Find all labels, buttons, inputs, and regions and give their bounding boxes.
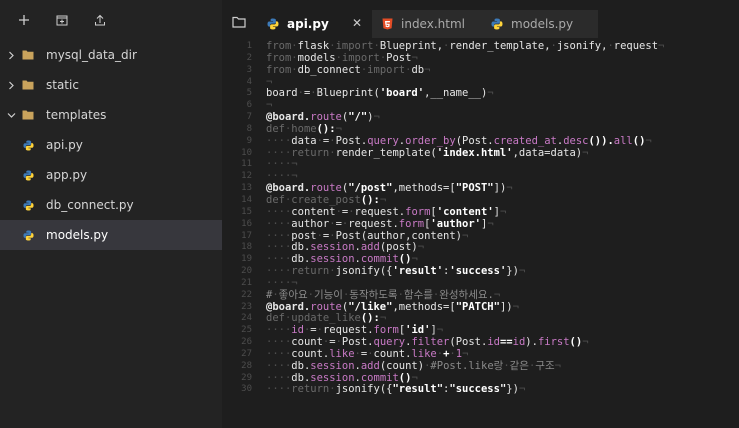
- line-number: 24: [241, 313, 252, 324]
- close-icon[interactable]: ✕: [350, 16, 364, 30]
- chevron-right-icon[interactable]: [6, 79, 16, 91]
- line-content: from·db_connect·import·db¬: [266, 63, 431, 76]
- code-line: 3 from·db_connect·import·db¬: [222, 63, 739, 77]
- line-number: 8: [246, 123, 252, 134]
- line-content: board·=·Blueprint('board',__name__)¬: [266, 87, 494, 100]
- file-tree: mysql_data_dirstatic templates api.py app.p…: [0, 40, 222, 250]
- code-line: 11 ····¬: [222, 159, 739, 171]
- line-number: 7: [246, 112, 252, 123]
- tree-item-models-py[interactable]: models.py: [0, 220, 222, 250]
- line-number: 15: [241, 206, 252, 217]
- line-number: 9: [246, 135, 252, 146]
- line-number: 26: [241, 337, 252, 348]
- code-line: 30 ····return·jsonify({"result":"success"…: [222, 384, 739, 396]
- line-content: ····return·jsonify({'result':'success'})…: [266, 265, 526, 278]
- code-editor[interactable]: 1 from·flask·import·Blueprint,·render_tem…: [222, 41, 739, 428]
- chevron-right-icon[interactable]: [6, 49, 16, 61]
- file-explorer: mysql_data_dirstatic templates api.py app.p…: [0, 0, 222, 428]
- chevron-down-icon[interactable]: [6, 109, 16, 121]
- tree-item-static[interactable]: static: [0, 70, 222, 100]
- tab-api-py[interactable]: api.py ✕: [260, 10, 370, 38]
- code-line: 10 ····return·render_template('index.html…: [222, 146, 739, 160]
- tree-item-db-connect-py[interactable]: db_connect.py: [0, 190, 222, 220]
- python-icon: [21, 229, 35, 241]
- tab-label: index.html: [401, 17, 465, 31]
- python-icon: [21, 139, 35, 151]
- python-icon: [490, 17, 504, 31]
- new-file-button[interactable]: [16, 12, 32, 28]
- tab-label: api.py: [287, 17, 329, 31]
- line-number: 18: [241, 242, 252, 253]
- tree-item-label: db_connect.py: [46, 198, 134, 212]
- python-icon: [21, 169, 35, 181]
- line-content: ····return·jsonify({"result":"success"})…: [266, 383, 526, 396]
- tab-bar: api.py ✕ index.html models.py: [222, 0, 739, 38]
- tree-item-label: static: [46, 78, 79, 92]
- line-number: 11: [241, 159, 252, 170]
- tree-item-label: api.py: [46, 138, 83, 152]
- tree-item-app-py[interactable]: app.py: [0, 160, 222, 190]
- tree-item-templates[interactable]: templates: [0, 100, 222, 130]
- line-number: 6: [246, 100, 252, 111]
- line-number: 19: [241, 254, 252, 265]
- line-number: 28: [241, 360, 252, 371]
- python-icon: [266, 17, 280, 31]
- plus-icon: [19, 15, 29, 25]
- line-number: 2: [246, 52, 252, 63]
- line-number: 3: [246, 64, 252, 75]
- line-number: 14: [241, 194, 252, 205]
- ide-window: mysql_data_dirstatic templates api.py app.p…: [0, 0, 739, 428]
- line-number: 13: [241, 183, 252, 194]
- code-line: 20 ····return·jsonify({'result':'success'…: [222, 265, 739, 278]
- line-number: 5: [246, 88, 252, 99]
- line-number: 30: [241, 384, 252, 395]
- tree-item-api-py[interactable]: api.py: [0, 130, 222, 160]
- line-number: 29: [241, 372, 252, 383]
- line-number: 12: [241, 171, 252, 182]
- tab-index-html[interactable]: index.html: [372, 10, 490, 38]
- python-icon: [21, 199, 35, 211]
- toggle-explorer-button[interactable]: [232, 13, 248, 28]
- tree-item-mysql-data-dir[interactable]: mysql_data_dir: [0, 40, 222, 70]
- explorer-toolbar: [0, 0, 222, 40]
- folder-icon: [21, 79, 35, 91]
- line-number: 23: [241, 301, 252, 312]
- code-line: 5 board·=·Blueprint('board',__name__)¬: [222, 87, 739, 100]
- line-number: 20: [241, 266, 252, 277]
- new-folder-button[interactable]: [54, 12, 70, 28]
- tree-item-label: mysql_data_dir: [46, 48, 137, 62]
- tab-label: models.py: [511, 17, 574, 31]
- line-number: 1: [246, 41, 252, 51]
- line-number: 4: [246, 76, 252, 87]
- tree-item-label: models.py: [46, 228, 109, 242]
- upload-button[interactable]: [92, 12, 108, 28]
- folder-outline-icon: [232, 16, 246, 28]
- new-folder-icon: [56, 15, 68, 26]
- editor-area: api.py ✕ index.html models.py 1 from·fla…: [222, 0, 739, 428]
- line-number: 27: [241, 348, 252, 359]
- line-number: 21: [241, 277, 252, 288]
- line-number: 25: [241, 325, 252, 336]
- upload-icon: [95, 14, 105, 26]
- html5-icon: [380, 17, 394, 31]
- tree-item-label: app.py: [46, 168, 88, 182]
- line-number: 17: [241, 230, 252, 241]
- tab-models-py[interactable]: models.py: [490, 10, 598, 38]
- folder-icon: [21, 109, 35, 121]
- line-content: ····return·render_template('index.html',…: [266, 146, 589, 159]
- tree-item-label: templates: [46, 108, 107, 122]
- line-number: 16: [241, 218, 252, 229]
- line-number: 10: [241, 147, 252, 158]
- folder-icon: [21, 49, 35, 61]
- line-number: 22: [241, 289, 252, 300]
